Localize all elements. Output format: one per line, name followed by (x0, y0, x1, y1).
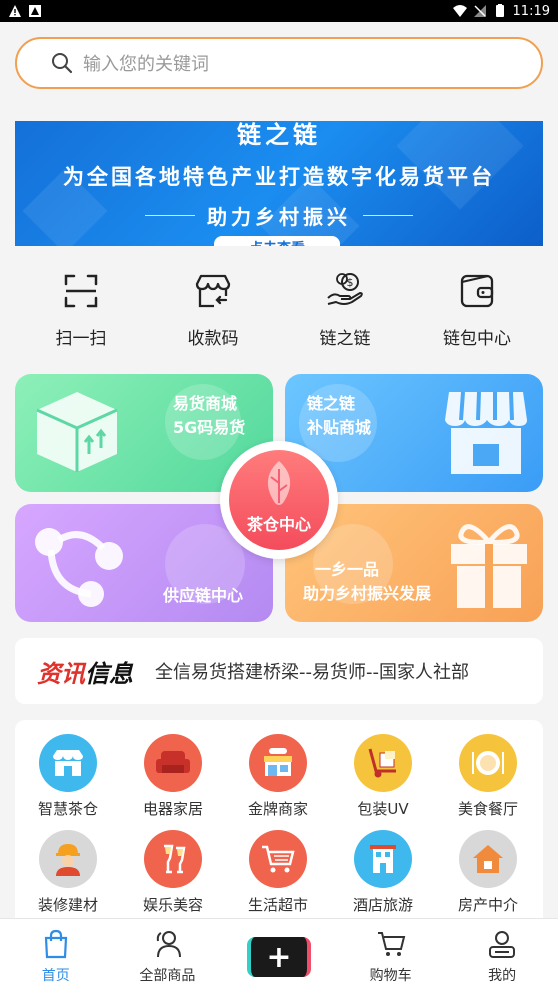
quick-scan[interactable]: 扫一扫 (15, 270, 147, 354)
category-label: 房产中介 (457, 896, 518, 914)
quick-chain-label: 链之链 (319, 329, 371, 349)
category-label: 酒店旅游 (352, 896, 413, 914)
quick-payment-code[interactable]: 收款码 (147, 270, 279, 354)
category-packaging-uv[interactable]: 包装UV (333, 734, 433, 819)
category-hotel-travel[interactable]: 酒店旅游 (333, 830, 433, 915)
news-ticker[interactable]: 资讯 信息 全信易货搭建桥梁--易货师--国家人社部 (15, 638, 543, 704)
category-label: 金牌商家 (247, 800, 308, 818)
card-rural-subtitle: 助力乡村振兴发展 (303, 584, 432, 603)
construction-worker-icon (39, 830, 97, 888)
quick-payment-code-label: 收款码 (187, 329, 239, 349)
search-placeholder: 输入您的关键词 (83, 54, 209, 75)
news-badge-black: 信息 (85, 659, 133, 688)
category-decoration[interactable]: 装修建材 (18, 830, 118, 915)
sofa-icon (144, 734, 202, 792)
banner-title: 链之链 (237, 121, 321, 149)
storefront-icon (445, 391, 527, 474)
share-network-icon (35, 528, 123, 607)
quick-chain[interactable]: $ 链之链 (279, 270, 411, 354)
store-icon (249, 734, 307, 792)
category-label: 生活超市 (247, 896, 308, 914)
nav-profile-label: 我的 (488, 968, 517, 984)
battery-icon (495, 4, 504, 17)
nav-profile[interactable]: 我的 (446, 919, 558, 992)
category-real-estate[interactable]: 房产中介 (438, 830, 538, 915)
signal-off-icon (473, 5, 486, 17)
nav-cart[interactable]: 购物车 (335, 919, 447, 992)
users-icon (157, 931, 182, 958)
category-appliances[interactable]: 电器家居 (123, 734, 223, 819)
category-supermarket[interactable]: 生活超市 (228, 830, 328, 915)
nav-cart-label: 购物车 (369, 968, 412, 984)
category-label: 包装UV (357, 800, 409, 818)
banner-divider-right (363, 215, 413, 216)
wifi-icon (452, 5, 467, 17)
banner-line2: 助力乡村振兴 (207, 205, 351, 229)
tea-warehouse-center-button[interactable]: 茶仓中心 (220, 441, 338, 559)
hotel-icon (354, 830, 412, 888)
nav-all-products[interactable]: 全部商品 (112, 919, 224, 992)
quick-actions: 扫一扫 收款码 $ 链之链 链包中心 (15, 270, 543, 354)
app-notification-icon (29, 5, 41, 17)
wallet-icon (460, 274, 494, 308)
category-grid: 智慧茶仓 电器家居 金牌商家 包装UV 美食餐厅 装修建材 娱乐美容 生活超市 … (15, 720, 543, 930)
card-barter-mall-title: 易货商城 (173, 394, 238, 413)
category-label: 装修建材 (37, 896, 98, 914)
dinner-plate-icon (459, 734, 517, 792)
nav-add[interactable]: + (223, 919, 335, 992)
news-badge-red: 资讯 (37, 659, 85, 688)
shopping-cart-icon (249, 830, 307, 888)
champagne-icon (144, 830, 202, 888)
quick-scan-label: 扫一扫 (55, 329, 107, 349)
category-label: 智慧茶仓 (37, 800, 98, 818)
search-input[interactable]: 输入您的关键词 (15, 37, 543, 89)
shop-icon (195, 274, 231, 308)
news-headline[interactable]: 全信易货搭建桥梁--易货师--国家人社部 (155, 658, 469, 684)
status-bar: 11:19 (0, 0, 558, 22)
category-label: 娱乐美容 (142, 896, 203, 914)
promo-banner[interactable]: 链之链 为全国各地特色产业打造数字化易货平台 助力乡村振兴 点击查看 (15, 121, 543, 246)
leaf-icon (267, 461, 291, 505)
tea-shop-icon (39, 734, 97, 792)
nav-home-label: 首页 (41, 968, 70, 984)
gift-icon (451, 524, 527, 608)
banner-view-button[interactable]: 点击查看 (214, 236, 340, 246)
hand-truck-icon (354, 734, 412, 792)
shopping-bag-icon (44, 929, 67, 959)
cart-icon (377, 932, 405, 956)
user-icon (489, 931, 516, 958)
category-entertainment-beauty[interactable]: 娱乐美容 (123, 830, 223, 915)
banner-line1: 为全国各地特色产业打造数字化易货平台 (63, 165, 495, 189)
nav-home[interactable]: 首页 (0, 919, 112, 992)
card-subsidy-mall-subtitle: 补贴商城 (307, 418, 372, 437)
category-label: 美食餐厅 (457, 800, 518, 818)
bottom-nav: 首页 全部商品 + 购物车 我的 (0, 918, 558, 992)
package-icon (36, 392, 118, 472)
category-food-restaurant[interactable]: 美食餐厅 (438, 734, 538, 819)
category-label: 电器家居 (142, 800, 203, 818)
category-smart-tea[interactable]: 智慧茶仓 (18, 734, 118, 819)
scan-icon (64, 274, 98, 308)
plus-icon: + (246, 937, 311, 977)
category-gold-merchant[interactable]: 金牌商家 (228, 734, 328, 819)
house-icon (459, 830, 517, 888)
center-circle-label: 茶仓中心 (246, 515, 311, 534)
search-icon (52, 53, 73, 74)
nav-all-products-label: 全部商品 (139, 968, 196, 984)
warning-icon (9, 5, 21, 17)
money-hand-icon: $ (327, 273, 363, 305)
card-rural-title: 一乡一品 (315, 560, 380, 579)
card-subsidy-mall-title: 链之链 (307, 394, 356, 413)
card-supply-chain-title: 供应链中心 (163, 586, 244, 605)
card-barter-mall-subtitle: 5G码易货 (173, 418, 246, 437)
status-time: 11:19 (512, 3, 550, 19)
quick-wallet-center[interactable]: 链包中心 (411, 270, 543, 354)
quick-wallet-center-label: 链包中心 (443, 329, 511, 349)
